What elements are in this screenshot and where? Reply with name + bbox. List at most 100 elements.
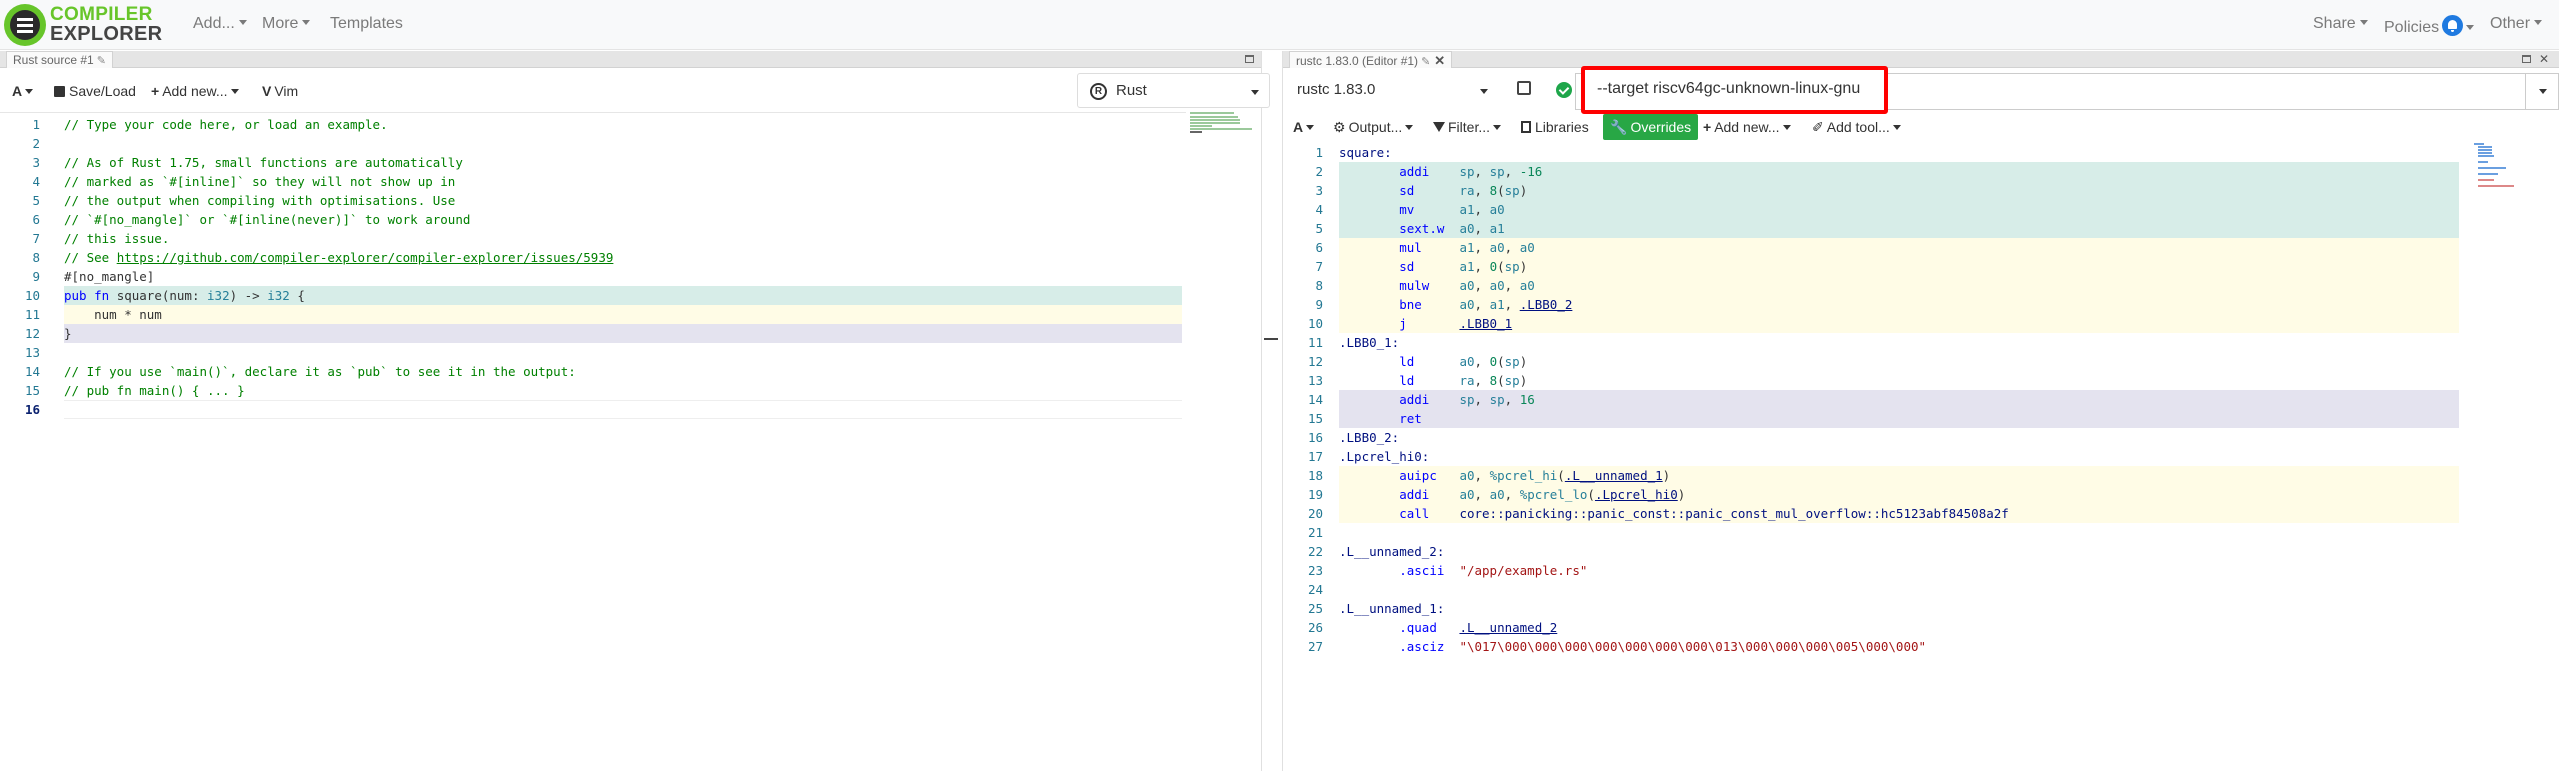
asm-line: mul a1, a0, a0 [1339, 238, 2459, 257]
tab-label: Rust source #1 [13, 53, 94, 67]
book-icon [1521, 121, 1531, 133]
font-size-button[interactable]: A [12, 80, 34, 102]
register: a0 [1459, 487, 1475, 502]
compiler-explorer-logo[interactable]: COMPILER EXPLORER [4, 3, 164, 47]
assembly-output[interactable]: 1 square: 2 addi sp, sp, -16 3 sd ra, 8(sp)… [1283, 141, 2559, 771]
output-button[interactable]: ⚙ Output... [1333, 116, 1414, 138]
issue-link[interactable]: https://github.com/compiler-explorer/com… [117, 250, 614, 265]
label-link[interactable]: .L__unnamed_2 [1459, 620, 1557, 635]
line-number: 13 [1307, 373, 1323, 388]
comment: // marked as `#[inline]` so they will no… [64, 174, 456, 189]
line-number: 16 [1307, 430, 1323, 445]
compiler-toolbar: A ⚙ Output... Filter... Libraries 🔧 Overri… [1283, 113, 2559, 141]
line-number: 21 [1307, 525, 1323, 540]
register: a0 [1489, 487, 1505, 502]
add-new-button[interactable]: + Add new... [1703, 116, 1791, 138]
compiler-options-input[interactable]: --target riscv64gc-unknown-linux-gnu [1581, 66, 1888, 114]
label-link[interactable]: .LBB0_1 [1459, 316, 1512, 331]
policies-menu[interactable]: Policies [2384, 15, 2475, 37]
policies-label: Policies [2384, 19, 2440, 36]
pane-splitter[interactable] [1261, 51, 1283, 771]
add-new-button[interactable]: + Add new... [151, 80, 239, 102]
wrench-icon: 🔧 [1610, 119, 1628, 135]
asm-line: sd a1, 0(sp) [1339, 257, 2459, 276]
label-link[interactable]: .LBB0_2 [1520, 297, 1573, 312]
add-new-label: Add new... [1714, 119, 1780, 135]
label-link[interactable]: .Lpcrel_hi0 [1595, 487, 1678, 502]
chevron-down-icon [1251, 90, 1259, 95]
close-pane-icon[interactable]: ✕ [2539, 52, 2549, 66]
assembly-minimap[interactable] [2472, 141, 2552, 196]
register: sp [1504, 354, 1520, 369]
filter-button[interactable]: Filter... [1433, 116, 1502, 138]
add-menu[interactable]: Add... [193, 15, 247, 33]
options-dropdown-button[interactable] [2525, 73, 2559, 110]
add-new-label: Add new... [162, 83, 228, 99]
output-label: Output... [1348, 119, 1403, 135]
asm-line: sext.w a0, a1 [1339, 219, 2459, 238]
code-line: // `#[no_mangle]` or `#[inline(never)]` … [64, 210, 1182, 229]
asm-line: .L__unnamed_1: [1339, 599, 2459, 618]
pencil-icon[interactable]: ✎ [97, 55, 106, 67]
line-number: 17 [1307, 449, 1323, 464]
line-number: 23 [1307, 563, 1323, 578]
close-icon[interactable]: ✕ [1434, 53, 1445, 68]
source-toolbar: A Save/Load + Add new... V Vim R Rust [0, 69, 1270, 113]
popout-icon[interactable] [1517, 81, 1531, 95]
filter-icon [1433, 122, 1445, 132]
compiler-select[interactable]: rustc 1.83.0 [1287, 74, 1495, 107]
code-line: // Type your code here, or load an examp… [64, 115, 1182, 134]
instruction: .quad [1399, 620, 1452, 635]
keyword: fn [94, 288, 110, 303]
other-menu[interactable]: Other [2490, 15, 2542, 33]
asm-label: .L__unnamed_1: [1339, 601, 1445, 616]
immediate: 0 [1489, 354, 1498, 369]
asm-line: .ascii "/app/example.rs" [1339, 561, 2459, 580]
immediate: 8 [1489, 183, 1498, 198]
asm-line: .quad .L__unnamed_2 [1339, 618, 2459, 637]
add-tool-button[interactable]: ✐ Add tool... [1812, 116, 1901, 138]
instruction: j [1399, 316, 1452, 331]
maximize-icon[interactable] [1245, 55, 1254, 63]
line-number: 16 [24, 402, 40, 417]
maximize-icon[interactable] [2522, 55, 2531, 63]
line-number: 12 [24, 326, 40, 341]
instruction: addi [1399, 487, 1452, 502]
instruction: bne [1399, 297, 1452, 312]
line-number: 25 [1307, 601, 1323, 616]
vim-toggle[interactable]: V Vim [262, 80, 298, 102]
register: sp [1459, 392, 1475, 407]
chevron-down-icon [1306, 125, 1315, 130]
tab-compiler[interactable]: rustc 1.83.0 (Editor #1) ✎ ✕ [1289, 51, 1453, 68]
asm-line: addi a0, a0, %pcrel_lo(.Lpcrel_hi0) [1339, 485, 2459, 504]
compile-status-icon[interactable] [1556, 82, 1572, 101]
label-link[interactable]: .L__unnamed_1 [1565, 468, 1663, 483]
save-load-button[interactable]: Save/Load [54, 80, 136, 102]
language-select[interactable]: R Rust [1077, 73, 1270, 108]
tab-rust-source[interactable]: Rust source #1 ✎ [6, 51, 113, 68]
source-minimap[interactable] [1186, 110, 1261, 136]
pencil-icon[interactable]: ✎ [1421, 56, 1430, 68]
type: i32 [267, 288, 290, 303]
asm-line: .asciz "\017\000\000\000\000\000\000\000… [1339, 637, 2459, 656]
more-menu[interactable]: More [262, 15, 310, 33]
font-size-button[interactable]: A [1293, 116, 1315, 138]
code-line: // If you use `main()`, declare it as `p… [64, 362, 1182, 381]
register: a0 [1459, 297, 1475, 312]
instruction: sd [1399, 259, 1452, 274]
comment: // this issue. [64, 231, 170, 246]
overrides-button[interactable]: 🔧 Overrides [1603, 114, 1699, 140]
source-editor[interactable]: 1 // Type your code here, or load an exam… [0, 113, 1261, 771]
templates-link[interactable]: Templates [330, 15, 403, 33]
register: a1 [1459, 240, 1475, 255]
line-number: 7 [32, 231, 40, 246]
asm-line: .Lpcrel_hi0: [1339, 447, 2459, 466]
line-number: 6 [1315, 240, 1323, 255]
asm-line: mulw a0, a0, a0 [1339, 276, 2459, 295]
asm-line: auipc a0, %pcrel_hi(.L__unnamed_1) [1339, 466, 2459, 485]
share-menu[interactable]: Share [2313, 15, 2368, 33]
libraries-button[interactable]: Libraries [1521, 116, 1589, 138]
line-number: 12 [1307, 354, 1323, 369]
instruction: auipc [1399, 468, 1452, 483]
